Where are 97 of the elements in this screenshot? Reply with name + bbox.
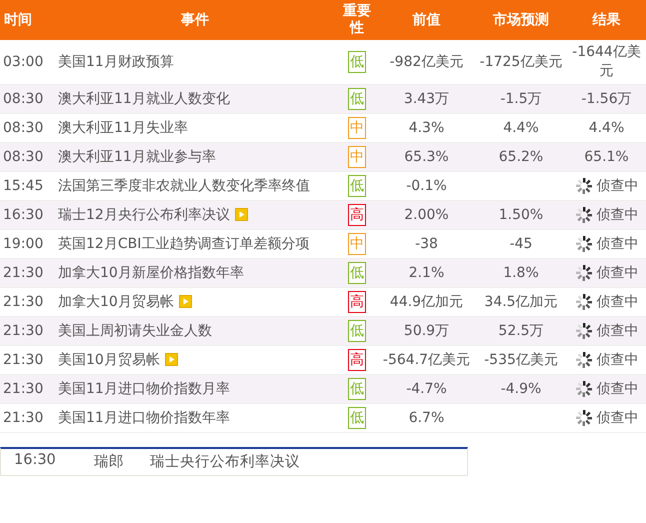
loading-spinner-icon: [574, 380, 592, 398]
forecast-value: 1.50%: [498, 206, 544, 224]
event-name: 美国10月贸易帐: [58, 350, 178, 370]
result-value: 侦查中: [596, 234, 638, 254]
time-cell-text: 08:30: [2, 118, 44, 138]
forecast-value: 65.2%: [498, 148, 544, 166]
loading-spinner-icon: [574, 351, 592, 369]
forecast-value: -45: [510, 234, 532, 254]
result-value: 65.1%: [584, 148, 629, 166]
column-header: 结果: [591, 10, 622, 30]
importance-badge: 低: [348, 320, 366, 342]
loading-spinner-icon: [574, 206, 592, 224]
importance-badge: 高: [348, 204, 366, 226]
loading-spinner-icon: [574, 293, 592, 311]
importance-badge: 中: [348, 233, 366, 255]
result-value: 侦查中: [596, 408, 638, 428]
loading-spinner-icon: [574, 235, 592, 253]
time-cell-text: 21:30: [2, 350, 44, 370]
forecast-value: -4.9%: [500, 380, 542, 398]
popup-event: 瑞士央行公布利率决议: [150, 452, 300, 471]
column-header: 市场预测: [492, 10, 550, 30]
play-icon[interactable]: [178, 295, 192, 308]
previous-value: 6.7%: [408, 408, 444, 428]
time-cell-text: 21:30: [2, 292, 44, 312]
previous-value: -38: [415, 234, 438, 254]
time-cell-text: 21:30: [2, 380, 44, 398]
time-cell-text: 15:45: [2, 176, 44, 196]
time-cell-text: 16:30: [2, 206, 44, 224]
event-name: 英国12月CBI工业趋势调查订单差额分项: [58, 234, 310, 254]
forecast-value: 52.5万: [498, 322, 544, 340]
forecast-value: -1725亿美元: [480, 52, 562, 72]
time-cell-text: 21:30: [2, 408, 44, 428]
importance-badge: 低: [348, 88, 366, 110]
result-value: 侦查中: [596, 206, 638, 224]
popup-time: 16:30: [13, 452, 57, 470]
loading-spinner-icon: [574, 322, 592, 340]
event-name: 加拿大10月新屋价格指数年率: [58, 264, 244, 282]
column-header: 前值: [412, 10, 442, 30]
column-header: 重要性: [342, 2, 372, 38]
previous-value: 44.9亿加元: [390, 292, 464, 312]
event-name: 法国第三季度非农就业人数变化季率终值: [58, 176, 310, 196]
forecast-value: -535亿美元: [484, 350, 558, 370]
event-name: 美国11月进口物价指数月率: [58, 380, 230, 398]
event-name: 加拿大10月贸易帐: [58, 292, 192, 312]
loading-spinner-icon: [574, 264, 592, 282]
result-value: -1.56万: [581, 90, 632, 108]
event-name: 澳大利亚11月就业人数变化: [58, 90, 230, 108]
play-icon[interactable]: [234, 208, 248, 222]
forecast-value: 34.5亿加元: [484, 292, 558, 312]
importance-badge: 中: [348, 146, 366, 168]
previous-value: -4.7%: [406, 380, 447, 398]
time-cell-text: 21:30: [2, 264, 44, 282]
time-cell-text: 08:30: [2, 90, 44, 108]
previous-value: -0.1%: [406, 176, 447, 196]
result-value: 侦查中: [596, 176, 638, 196]
importance-badge: 高: [348, 349, 366, 371]
previous-value: 65.3%: [404, 148, 449, 166]
importance-badge: 低: [348, 175, 366, 197]
popup-currency: 瑞郎: [94, 452, 125, 471]
event-name: 瑞士12月央行公布利率决议: [58, 206, 248, 224]
previous-value: -564.7亿美元: [382, 350, 470, 370]
importance-badge: 低: [348, 51, 366, 73]
result-value: 侦查中: [596, 292, 638, 312]
importance-badge: 低: [348, 407, 366, 429]
result-value: 4.4%: [588, 118, 624, 138]
result-value: 侦查中: [596, 264, 638, 282]
importance-badge: 高: [348, 291, 366, 313]
loading-spinner-icon: [574, 177, 592, 195]
forecast-value: 1.8%: [503, 264, 539, 282]
importance-badge: 低: [348, 262, 366, 284]
time-cell-text: 03:00: [2, 52, 44, 72]
previous-value: -982亿美元: [390, 52, 464, 72]
event-name: 美国上周初请失业金人数: [58, 322, 212, 340]
forecast-value: -1.5万: [500, 90, 542, 108]
previous-value: 50.9万: [404, 322, 450, 340]
event-name: 美国11月进口物价指数年率: [58, 408, 230, 428]
previous-value: 3.43万: [404, 90, 450, 108]
column-header: 时间: [3, 10, 33, 30]
time-cell-text: 21:30: [2, 322, 44, 340]
column-header: 事件: [180, 10, 210, 30]
importance-badge: 中: [348, 117, 366, 139]
previous-value: 4.3%: [408, 118, 444, 138]
result-value: 侦查中: [596, 322, 638, 340]
loading-spinner-icon: [574, 409, 592, 427]
result-value: 侦查中: [596, 380, 638, 398]
result-value: -1644亿美元: [571, 43, 642, 81]
event-name: 澳大利亚11月就业参与率: [58, 148, 216, 166]
time-cell-text: 19:00: [2, 234, 44, 254]
play-icon[interactable]: [164, 353, 178, 366]
event-name: 澳大利亚11月失业率: [58, 118, 188, 138]
previous-value: 2.1%: [408, 264, 444, 282]
importance-badge: 低: [348, 378, 366, 400]
forecast-value: 4.4%: [503, 118, 539, 138]
time-cell-text: 08:30: [2, 148, 44, 166]
previous-value: 2.00%: [404, 206, 449, 224]
event-name: 美国11月财政预算: [58, 52, 174, 72]
result-value: 侦查中: [596, 350, 638, 370]
